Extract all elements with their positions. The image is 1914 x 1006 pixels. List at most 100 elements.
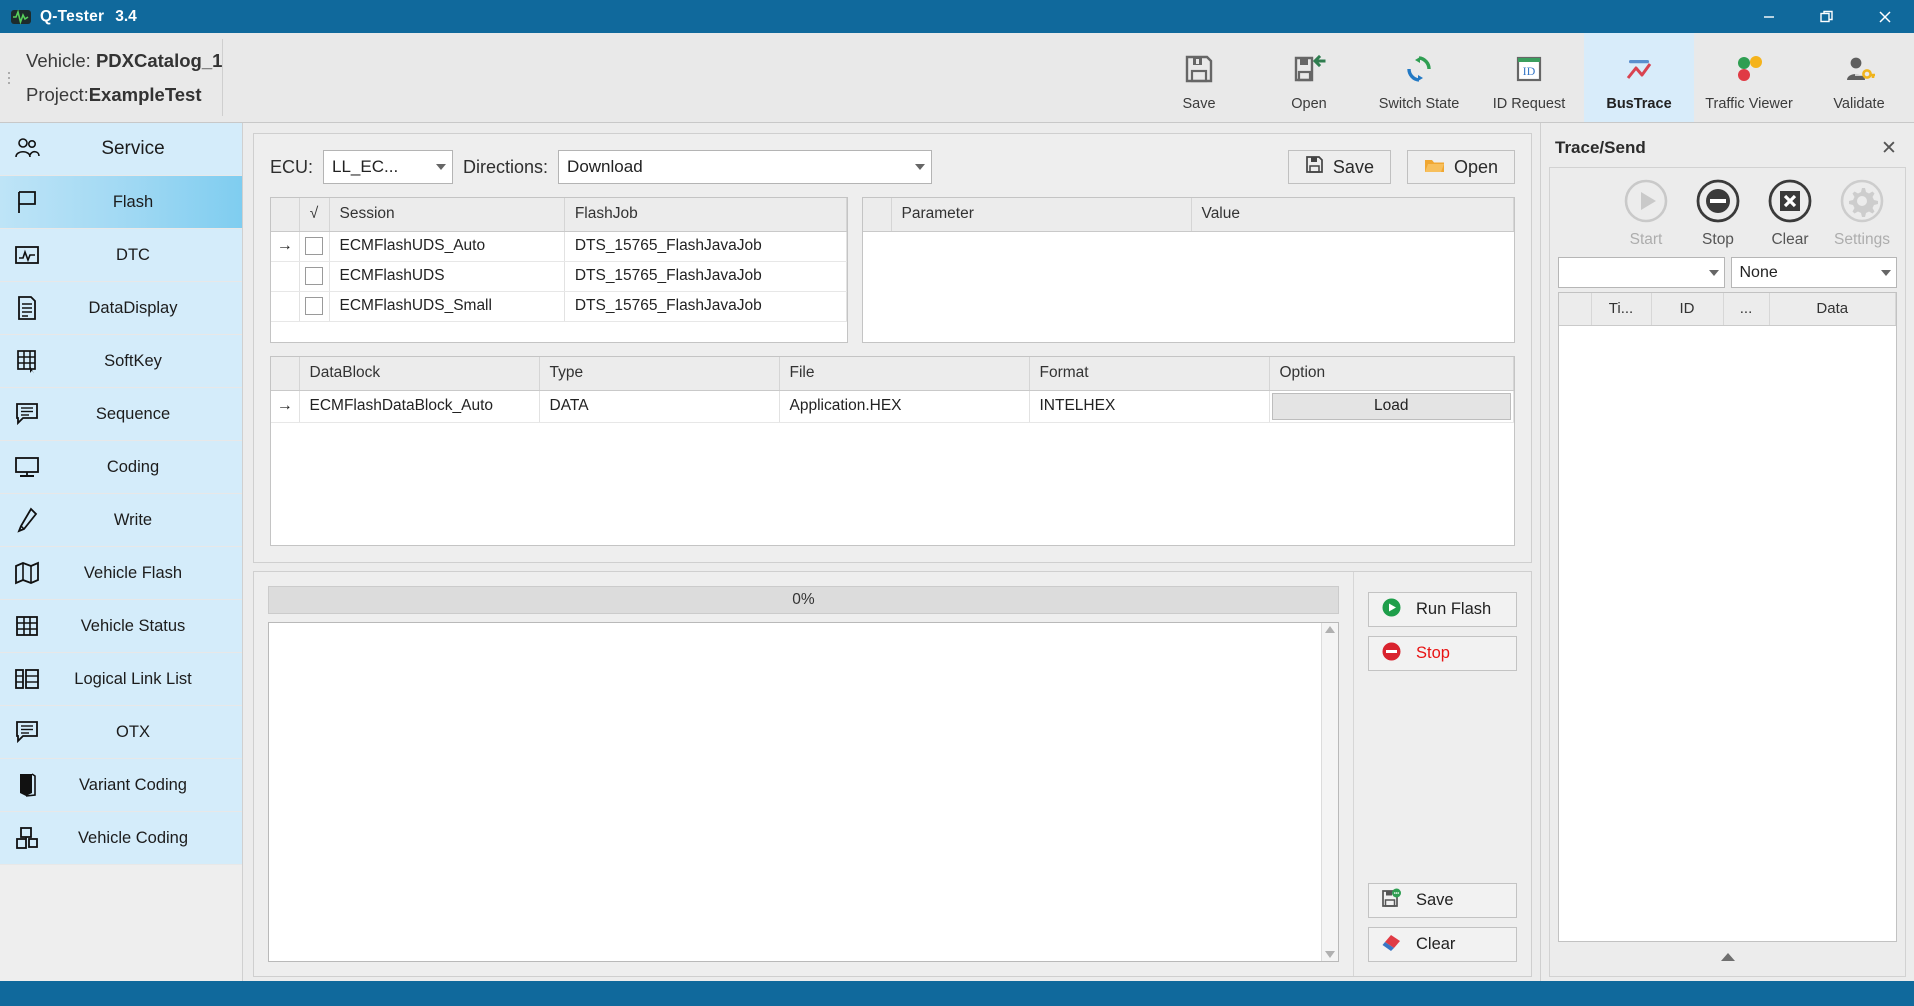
run-flash-label: Run Flash xyxy=(1416,600,1492,618)
folder-icon xyxy=(1424,156,1445,179)
cell-datablock: ECMFlashDataBlock_Auto xyxy=(299,390,540,423)
trace-filter-select[interactable] xyxy=(1558,257,1725,288)
log-output-text xyxy=(269,623,1321,961)
sidebar-label-coding: Coding xyxy=(106,457,160,476)
col-trace-id: ID xyxy=(1651,293,1724,326)
floppy-save-log-icon xyxy=(1381,888,1402,914)
scroll-down-icon[interactable] xyxy=(1325,951,1335,958)
chevron-up-icon xyxy=(1720,953,1735,961)
sidebar-item-otx[interactable]: OTX xyxy=(0,706,242,759)
clear-x-icon xyxy=(1767,178,1813,229)
parameters-table[interactable]: Parameter Value xyxy=(862,197,1515,343)
row-checkbox[interactable] xyxy=(299,291,330,322)
clear-log-button[interactable]: Clear xyxy=(1368,927,1517,962)
drag-grip-icon[interactable] xyxy=(2,71,16,84)
toolbar-button-switch-state[interactable]: Switch State xyxy=(1364,33,1474,122)
sidebar-header-service[interactable]: Service xyxy=(0,123,242,176)
toolbar-label-bustrace: BusTrace xyxy=(1606,95,1672,112)
sidebar-label-flash: Flash xyxy=(112,192,154,211)
stop-flash-button[interactable]: Stop xyxy=(1368,636,1517,671)
config-action-buttons: Save Open xyxy=(1287,150,1515,184)
checkbox-icon[interactable] xyxy=(305,266,323,285)
sidebar-item-write[interactable]: Write xyxy=(0,494,242,547)
sidebar-header-label: Service xyxy=(101,138,165,159)
checkbox-icon[interactable] xyxy=(305,296,323,315)
open-config-button[interactable]: Open xyxy=(1406,150,1515,184)
sidebar-item-vehicle-status[interactable]: Vehicle Status xyxy=(0,600,242,653)
trace-message-table[interactable]: Ti... ID ... Data xyxy=(1558,292,1897,942)
trace-start-button[interactable]: Start xyxy=(1615,178,1677,249)
svg-text:ID: ID xyxy=(1523,64,1536,78)
dtc-monitor-icon xyxy=(0,244,54,266)
restore-icon[interactable] xyxy=(1798,0,1856,33)
checkbox-icon[interactable] xyxy=(305,236,323,255)
vehicle-value: PDXCatalog_1 xyxy=(95,49,223,71)
monitor-icon xyxy=(0,455,54,479)
sessions-table[interactable]: √ Session FlashJob → ECMFlashUDS_Auto DT… xyxy=(270,197,848,343)
toolbar-button-bustrace[interactable]: BusTrace xyxy=(1584,33,1694,122)
row-checkbox[interactable] xyxy=(299,261,330,292)
minimize-button[interactable] xyxy=(1740,0,1798,33)
main-content: ECU: LL_EC... Directions: Download Save … xyxy=(243,123,1540,981)
header-spacer xyxy=(223,33,1144,122)
datablock-table[interactable]: DataBlock Type File Format Option → ECMF… xyxy=(270,356,1515,546)
gear-icon xyxy=(1839,178,1885,229)
node-network-icon xyxy=(0,825,54,851)
sidebar-item-flash[interactable]: Flash xyxy=(0,176,242,229)
save-log-button[interactable]: Save xyxy=(1368,883,1517,918)
trace-stop-button[interactable]: Stop xyxy=(1687,178,1749,249)
save-log-label: Save xyxy=(1416,891,1454,909)
floppy-icon xyxy=(1305,155,1324,179)
floppy-save-icon xyxy=(1181,48,1217,90)
directions-label: Directions: xyxy=(463,156,549,177)
sidebar-item-variant-coding[interactable]: Variant Coding xyxy=(0,759,242,812)
sidebar-item-softkey[interactable]: SoftKey xyxy=(0,335,242,388)
scroll-up-icon[interactable] xyxy=(1325,626,1335,633)
trace-settings-button[interactable]: Settings xyxy=(1831,178,1893,249)
save-config-button[interactable]: Save xyxy=(1287,150,1391,184)
toolbar-button-validate[interactable]: Validate xyxy=(1804,33,1914,122)
run-flash-button[interactable]: Run Flash xyxy=(1368,592,1517,627)
trace-clear-button[interactable]: Clear xyxy=(1759,178,1821,249)
row-marker xyxy=(271,261,300,292)
toolbar-button-traffic-viewer[interactable]: Traffic Viewer xyxy=(1694,33,1804,122)
sidebar-item-coding[interactable]: Coding xyxy=(0,441,242,494)
sidebar-item-vehicle-flash[interactable]: Vehicle Flash xyxy=(0,547,242,600)
log-output-box[interactable] xyxy=(268,622,1339,962)
col-session-marker xyxy=(271,198,300,232)
load-button[interactable]: Load xyxy=(1271,392,1511,420)
sidebar-item-datadisplay[interactable]: DataDisplay xyxy=(0,282,242,335)
toolbar-button-open[interactable]: Open xyxy=(1254,33,1364,122)
close-icon[interactable] xyxy=(1856,0,1914,33)
keypad-cursor-icon xyxy=(0,348,54,374)
map-icon xyxy=(0,561,54,585)
col-type: Type xyxy=(539,357,780,391)
eraser-icon xyxy=(1381,932,1402,958)
sidebar-item-vehicle-coding[interactable]: Vehicle Coding xyxy=(0,812,242,865)
ecu-select[interactable]: LL_EC... xyxy=(323,150,454,184)
toolbar-button-id-request[interactable]: ID ID Request xyxy=(1474,33,1584,122)
toolbar-button-save[interactable]: Save xyxy=(1144,33,1254,122)
table-row[interactable]: → ECMFlashDataBlock_Auto DATA Applicatio… xyxy=(271,390,1514,423)
trace-mode-select[interactable]: None xyxy=(1730,257,1897,288)
sidebar-item-dtc[interactable]: DTC xyxy=(0,229,242,282)
sidebar-item-logical-link-list[interactable]: Logical Link List xyxy=(0,653,242,706)
sidebar-item-sequence[interactable]: Sequence xyxy=(0,388,242,441)
log-scrollbar[interactable] xyxy=(1321,623,1338,961)
table-row[interactable]: → ECMFlashUDS_Auto DTS_15765_FlashJavaJo… xyxy=(271,231,847,262)
directions-select[interactable]: Download xyxy=(558,150,933,184)
trace-collapse-button[interactable] xyxy=(1558,942,1897,972)
table-header-row: Ti... ID ... Data xyxy=(1559,293,1896,326)
col-file: File xyxy=(779,357,1030,391)
table-row[interactable]: ECMFlashUDS DTS_15765_FlashJavaJob xyxy=(271,261,847,292)
play-circle-icon xyxy=(1623,178,1669,229)
chevron-down-icon xyxy=(1881,269,1891,276)
table-row[interactable]: ECMFlashUDS_Small DTS_15765_FlashJavaJob xyxy=(271,291,847,322)
row-checkbox[interactable] xyxy=(299,231,330,262)
toolbar-label-save: Save xyxy=(1182,95,1216,112)
flash-configuration-panel: ECU: LL_EC... Directions: Download Save … xyxy=(253,133,1532,563)
close-icon[interactable]: ✕ xyxy=(1876,137,1902,160)
table-grid-icon xyxy=(0,614,54,638)
trace-filter-row: None xyxy=(1558,257,1897,288)
ribbon-toolbar: Save Open Switch State ID ID Request Bus… xyxy=(1144,33,1914,122)
